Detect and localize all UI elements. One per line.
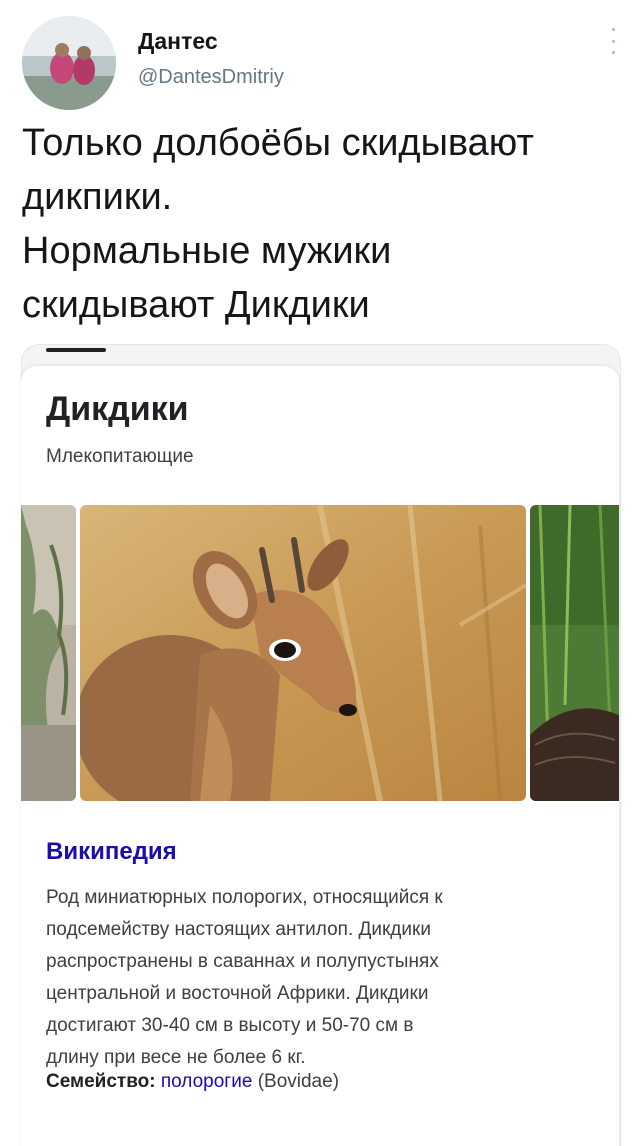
description-line: распространены в саваннах и полупустынях — [46, 951, 439, 972]
tweet-screen: Дантес @DantesDmitriy Только долбоёбы ск… — [0, 0, 640, 1146]
carousel-image-prev[interactable] — [21, 505, 76, 801]
carousel-image-main[interactable] — [80, 505, 526, 801]
description-line: длину при весе не более 6 кг. — [46, 1047, 306, 1068]
more-vertical-icon[interactable] — [608, 28, 618, 54]
tweet-text-line: Нормальные мужики — [22, 230, 392, 272]
panel-title: Дикдики — [46, 390, 189, 428]
tab-indicator — [46, 348, 106, 352]
tweet-text: Только долбоёбы скидывают дикпики. Норма… — [22, 116, 622, 332]
description-line: Род миниатюрных полорогих, относящийся к — [46, 887, 443, 908]
author-handle[interactable]: @DantesDmitriy — [138, 66, 284, 89]
description-line: достигают 30-40 см в высоту и 50-70 см в — [46, 1015, 414, 1036]
family-row: Семейство: полорогие (Bovidae) — [46, 1071, 339, 1093]
family-latin: (Bovidae) — [257, 1071, 340, 1092]
tweet-text-line: Только долбоёбы скидывают — [22, 122, 534, 164]
family-link[interactable]: полорогие — [161, 1071, 253, 1092]
panel-description: Род миниатюрных полорогих, относящийся к… — [46, 882, 586, 1074]
description-line: центральной и восточной Африки. Дикдики — [46, 983, 429, 1004]
panel-subtitle: Млекопитающие — [46, 446, 194, 467]
avatar[interactable] — [22, 16, 116, 110]
family-label: Семейство: — [46, 1071, 156, 1092]
tweet-text-line: дикпики. — [22, 176, 173, 218]
carousel-image-next[interactable] — [530, 505, 619, 801]
tweet-text-line: скидывают Дикдики — [22, 284, 370, 326]
description-line: подсемейству настоящих антилоп. Дикдики — [46, 919, 431, 940]
author-name[interactable]: Дантес — [138, 28, 218, 55]
wikipedia-link[interactable]: Википедия — [46, 838, 177, 866]
